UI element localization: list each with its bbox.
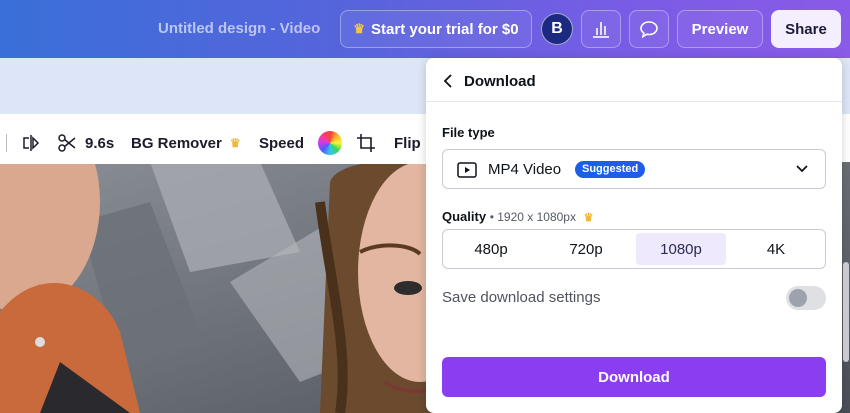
preview-button[interactable]: Preview	[677, 10, 763, 48]
flip-tool-button[interactable]	[22, 122, 40, 164]
flip-label: Flip	[394, 134, 421, 152]
download-button[interactable]: Download	[442, 357, 826, 397]
element-toolbar: 9.6s BG Remover ♛ Speed Flip	[0, 122, 430, 164]
crown-icon: ♛	[583, 212, 594, 224]
chevron-left-icon[interactable]	[442, 73, 456, 89]
file-type-value: MP4 Video	[488, 161, 562, 178]
save-settings-label: Save download settings	[442, 289, 601, 306]
quality-option-4k[interactable]: 4K	[731, 233, 821, 265]
crown-icon: ♛	[353, 21, 366, 36]
save-settings-toggle[interactable]	[786, 286, 826, 310]
start-trial-label: Start your trial for $0	[371, 20, 519, 38]
crop-icon	[357, 134, 375, 152]
comments-button[interactable]	[629, 10, 669, 48]
share-button[interactable]: Share	[771, 10, 841, 48]
crop-button[interactable]	[356, 122, 376, 164]
quality-label: Quality • 1920 x 1080px ♛	[442, 209, 593, 224]
speed-label: Speed	[259, 134, 305, 152]
bar-chart-icon	[593, 22, 609, 38]
bg-remover-label: BG Remover	[131, 134, 222, 152]
file-type-select[interactable]: MP4 Video Suggested	[442, 149, 826, 189]
top-bar: Untitled design - Video ♛ Start your tri…	[0, 0, 850, 58]
toggle-knob	[789, 289, 807, 307]
download-panel-title: Download	[464, 73, 536, 90]
color-adjust-button[interactable]	[318, 122, 342, 164]
user-avatar[interactable]: B	[541, 13, 573, 45]
crown-icon: ♛	[229, 136, 241, 150]
flip-button[interactable]: Flip	[394, 122, 421, 164]
file-type-label: File type	[442, 125, 495, 140]
chevron-down-icon	[796, 165, 808, 173]
quality-resolution: • 1920 x 1080px	[489, 210, 576, 224]
start-trial-button[interactable]: ♛ Start your trial for $0	[340, 10, 532, 48]
download-panel: Download File type MP4 Video Suggested Q…	[426, 58, 842, 413]
duration-label: 9.6s	[85, 134, 115, 152]
color-wheel-icon	[318, 131, 342, 155]
quality-option-720p[interactable]: 720p	[541, 233, 631, 265]
download-panel-header: Download	[426, 58, 842, 102]
video-file-icon	[457, 162, 477, 178]
quality-label-text: Quality	[442, 209, 487, 224]
scrollbar[interactable]	[843, 262, 849, 362]
comment-icon	[640, 21, 658, 39]
quality-option-1080p[interactable]: 1080p	[636, 233, 726, 265]
quality-option-480p[interactable]: 480p	[446, 233, 536, 265]
speed-button[interactable]: Speed	[259, 122, 304, 164]
bg-remover-button[interactable]: BG Remover ♛	[131, 122, 241, 164]
document-title[interactable]: Untitled design - Video	[158, 20, 320, 37]
suggested-badge: Suggested	[575, 161, 646, 178]
scissors-icon	[58, 134, 76, 152]
quality-selector: 480p 720p 1080p 4K	[442, 229, 826, 269]
trim-button[interactable]: 9.6s	[57, 122, 114, 164]
insights-button[interactable]	[581, 10, 621, 48]
toolbar-divider	[6, 134, 7, 152]
flip-icon	[23, 135, 40, 151]
